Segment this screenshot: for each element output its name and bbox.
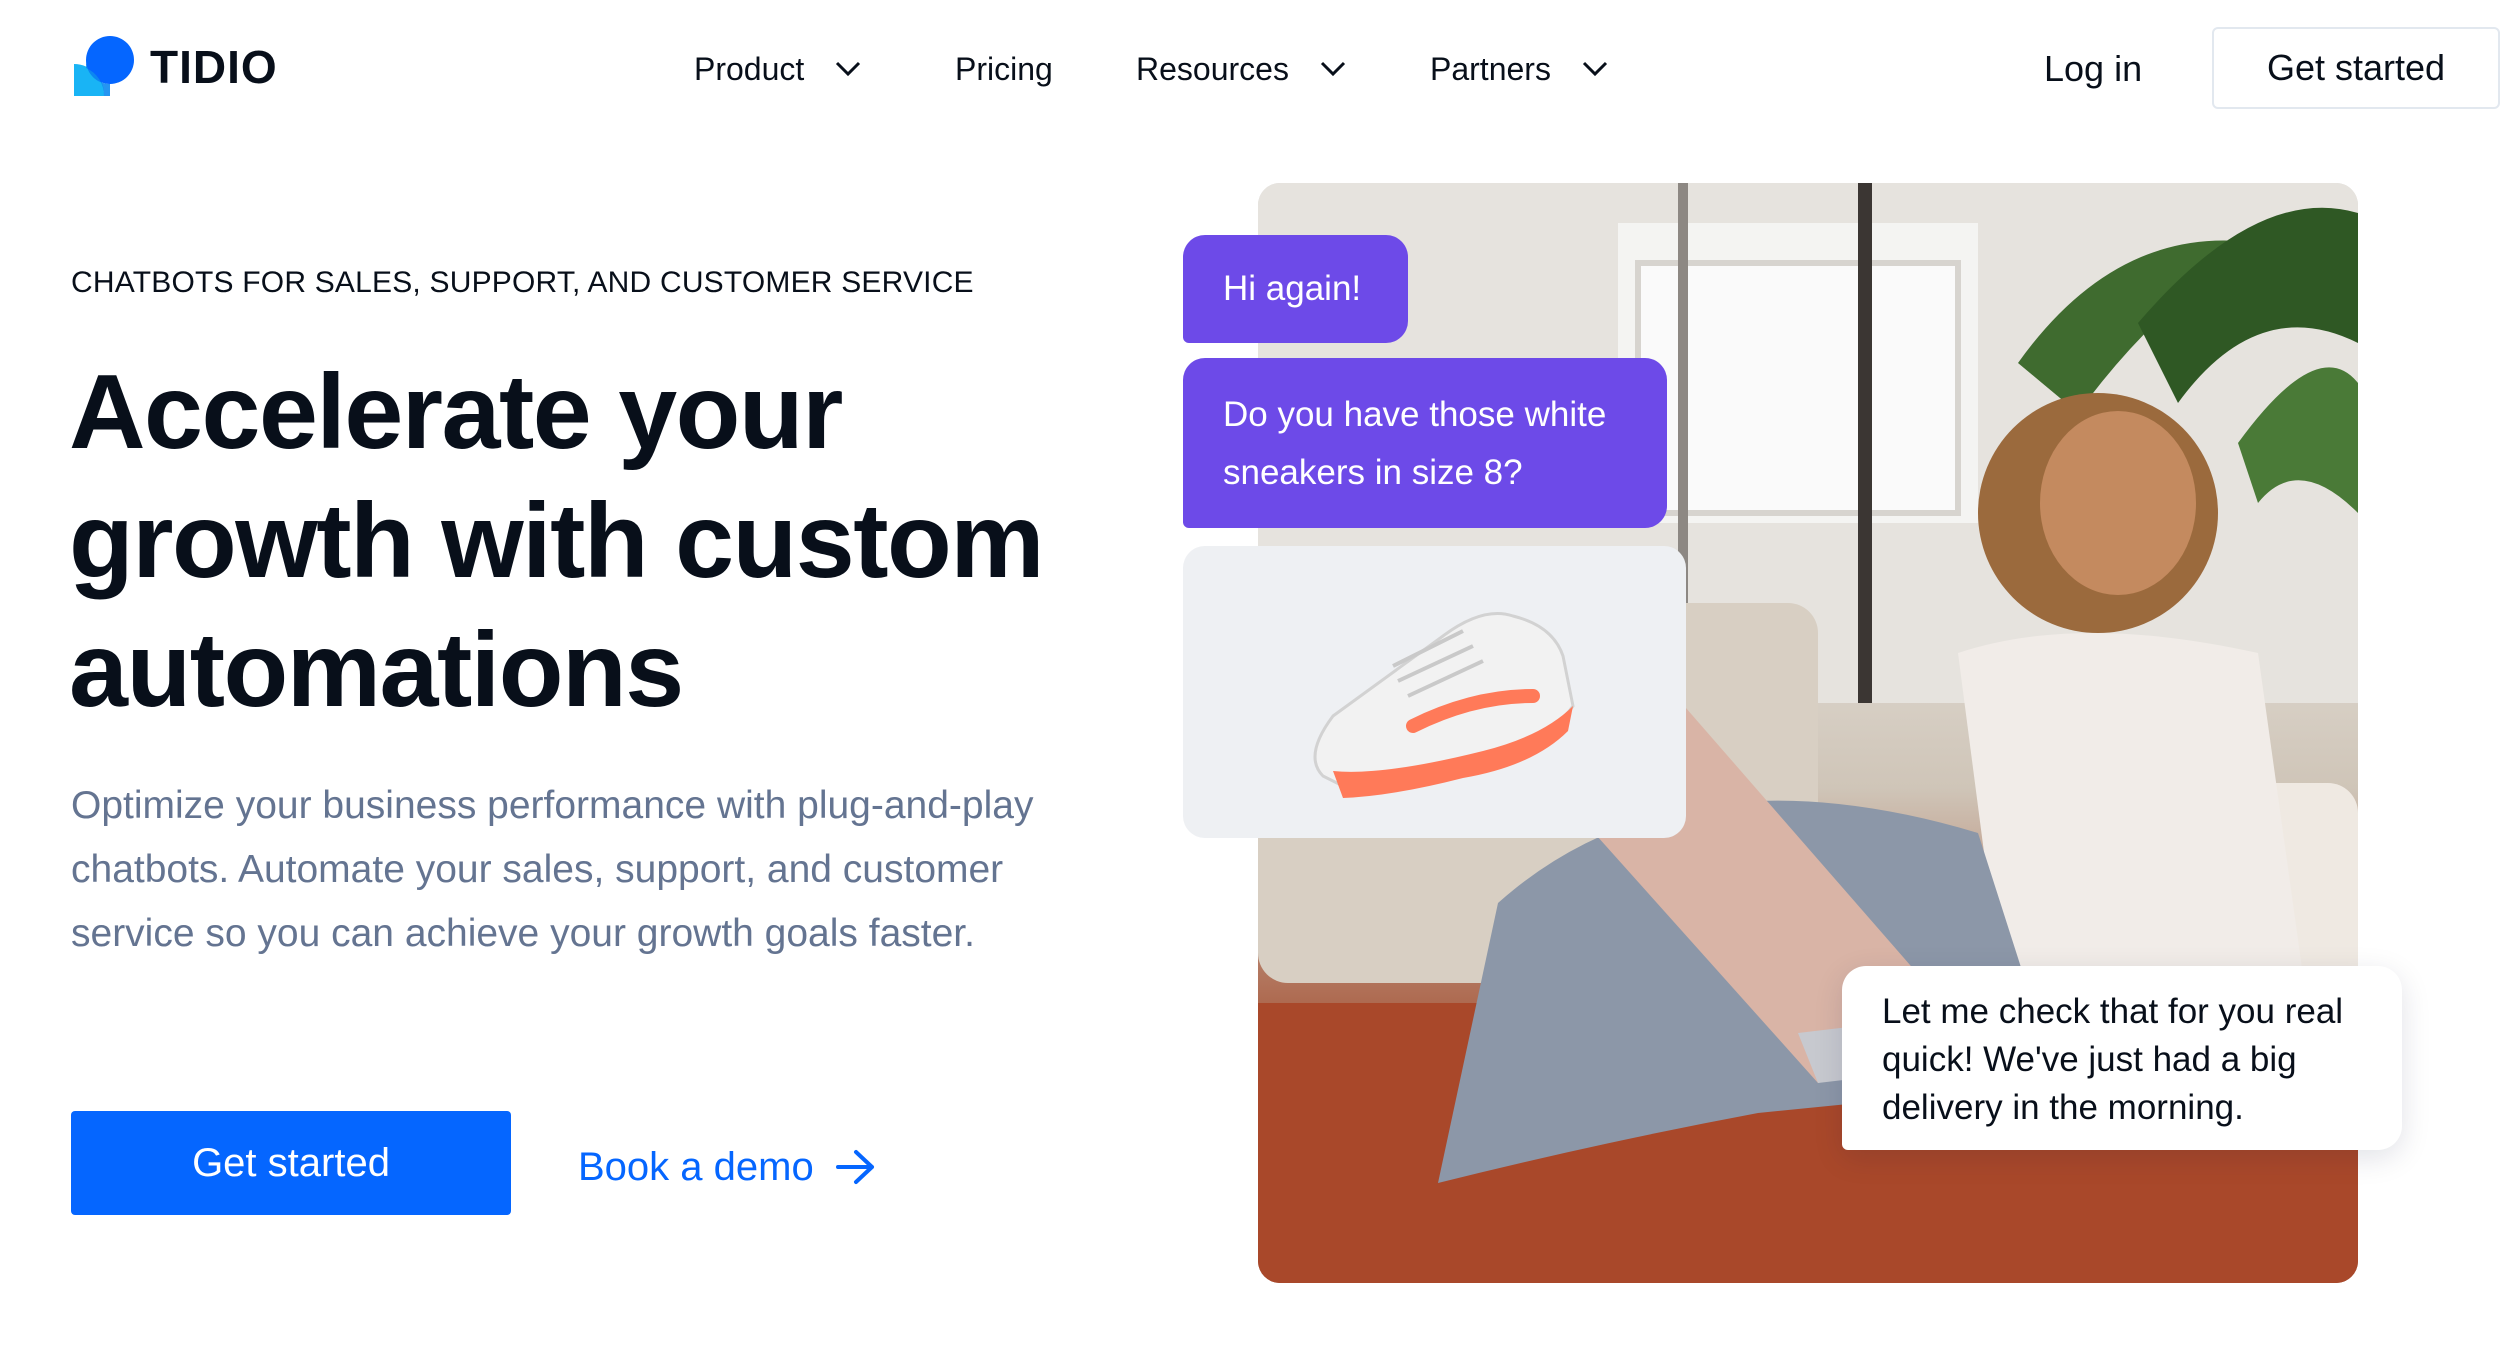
chevron-down-icon <box>836 61 861 77</box>
get-started-button[interactable]: Get started <box>71 1111 511 1215</box>
headline-line: automations <box>69 611 684 729</box>
nav-item-resources[interactable]: Resources <box>1136 44 1347 94</box>
nav-item-label: Product <box>694 50 805 87</box>
brand-name: TIDIO <box>150 41 278 93</box>
tidio-logo-icon <box>70 34 136 100</box>
chevron-down-icon <box>1582 61 1607 77</box>
chat-message: Do you have those white sneakers in size… <box>1223 395 1607 492</box>
product-image-card <box>1183 546 1686 838</box>
chat-bubble-greeting: Hi again! <box>1183 235 1408 343</box>
chat-message: Hi again! <box>1223 269 1362 308</box>
nav-item-product[interactable]: Product <box>694 44 862 94</box>
nav-item-label: Pricing <box>955 50 1053 87</box>
sneaker-image <box>1313 612 1575 798</box>
nav-item-label: Resources <box>1136 50 1289 87</box>
nav-item-pricing[interactable]: Pricing <box>955 44 1053 94</box>
chat-bubble-reply: Let me check that for you real quick! We… <box>1842 966 2402 1150</box>
book-demo-label: Book a demo <box>578 1144 814 1189</box>
chat-bubble-question: Do you have those white sneakers in size… <box>1183 358 1667 528</box>
chevron-down-icon <box>1320 61 1346 77</box>
header-get-started-button[interactable]: Get started <box>2212 27 2500 109</box>
hero-subcopy: Optimize your business performance with … <box>71 784 1034 955</box>
hero-eyebrow: CHATBOTS FOR SALES, SUPPORT, AND CUSTOME… <box>71 266 974 299</box>
arrow-right-icon <box>835 1150 874 1184</box>
book-demo-link[interactable]: Book a demo <box>578 1137 876 1197</box>
tidio-logo[interactable]: TIDIO <box>70 34 278 100</box>
nav-item-partners[interactable]: Partners <box>1430 44 1609 94</box>
nav-item-label: Partners <box>1430 50 1551 87</box>
hero-headline: Accelerate your growth with custom autom… <box>69 348 1069 735</box>
headline-line: Accelerate your <box>69 353 843 471</box>
chat-message: Let me check that for you real quick! We… <box>1882 992 2344 1127</box>
headline-line: growth with custom <box>69 482 1045 600</box>
login-link[interactable]: Log in <box>2044 44 2142 94</box>
